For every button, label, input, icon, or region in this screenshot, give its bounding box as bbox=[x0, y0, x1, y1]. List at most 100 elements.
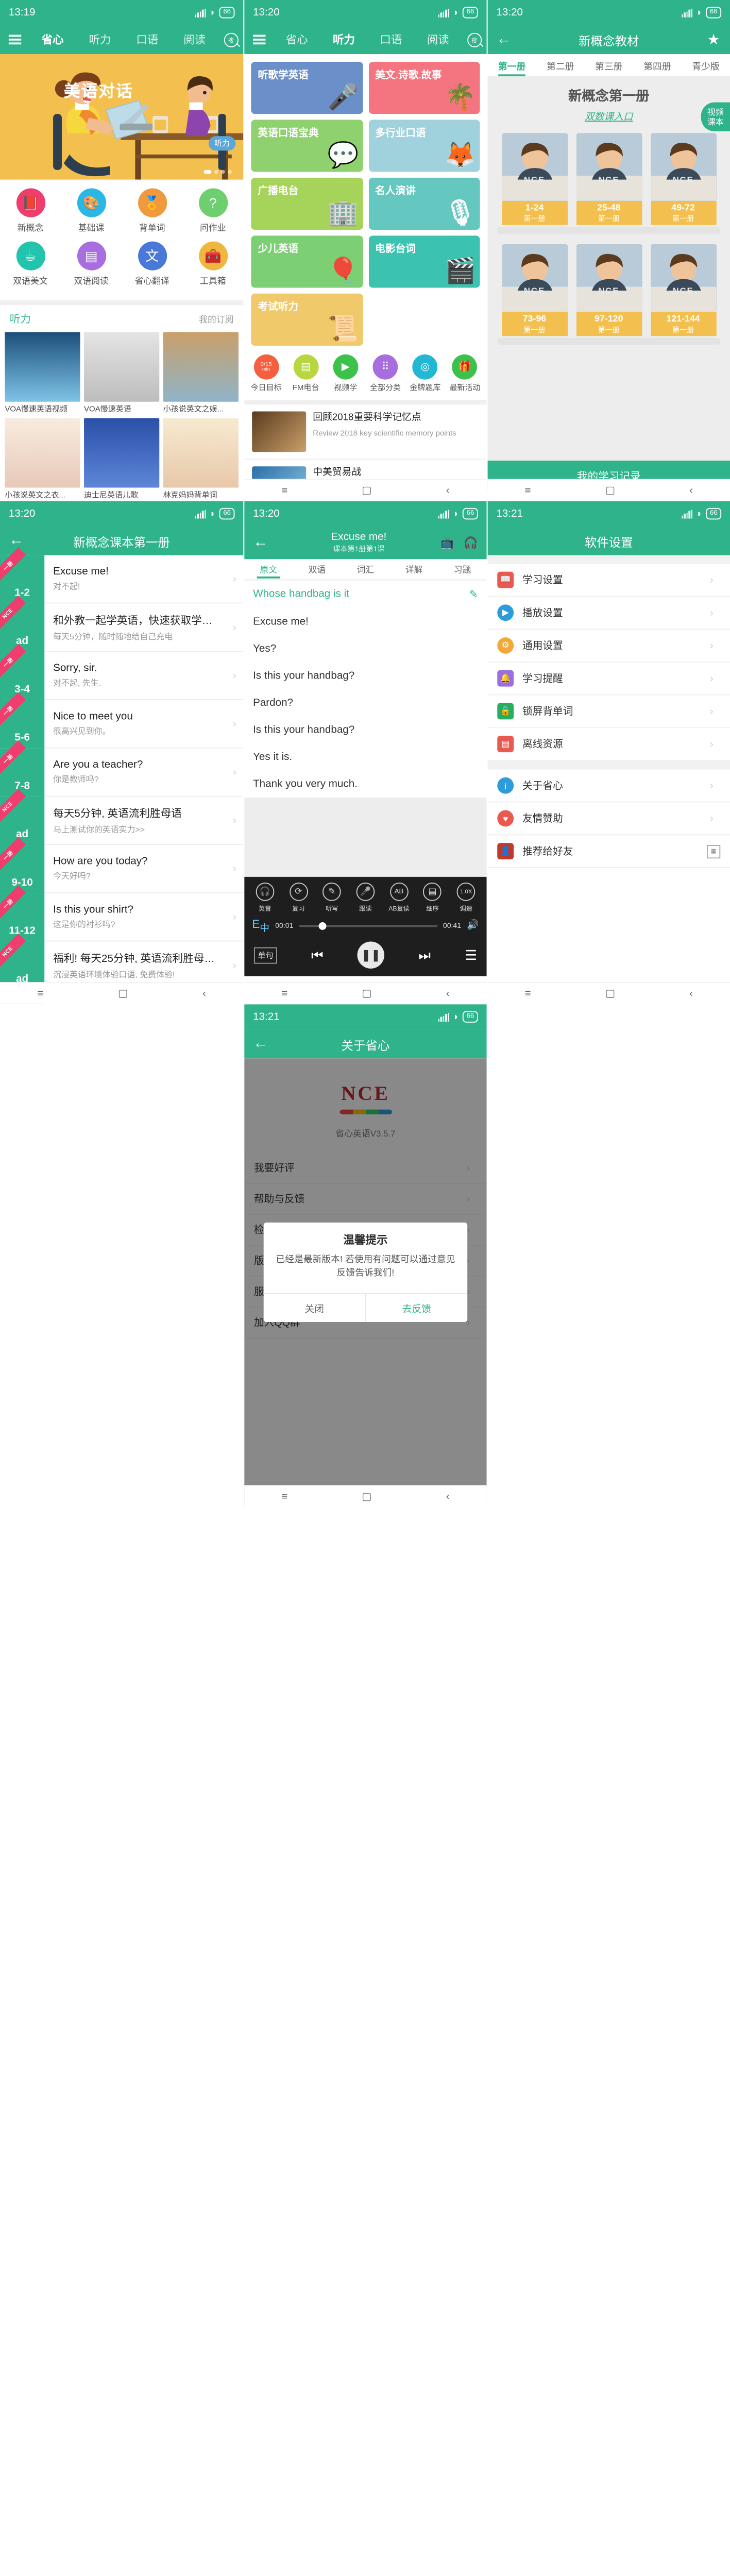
book-card[interactable]: NCE 25-48 第一册 bbox=[576, 133, 642, 225]
player-review-button[interactable]: ⟳ 复习 bbox=[282, 883, 315, 912]
home-icon-beidanci[interactable]: 🏅 背单词 bbox=[122, 188, 182, 233]
player-speed-button[interactable]: 1.0X 调速 bbox=[449, 883, 483, 912]
android-back-button[interactable]: ‹ bbox=[446, 988, 450, 999]
nav-tab-listening[interactable]: 听力 bbox=[89, 32, 111, 47]
android-back-button[interactable]: ‹ bbox=[202, 988, 206, 999]
setting-lockscreen-words[interactable]: 🔒 锁屏背单词 › bbox=[487, 696, 730, 728]
tab-vocabulary[interactable]: 词汇 bbox=[341, 563, 389, 575]
setting-reminder[interactable]: 🔔 学习提醒 › bbox=[487, 663, 730, 696]
video-icon[interactable]: 📺 bbox=[440, 536, 455, 549]
nav-tab-shengxin[interactable]: 省心 bbox=[286, 32, 308, 47]
news-item[interactable]: 回顾2018重要科学记忆点 Review 2018 key scientific… bbox=[244, 404, 487, 460]
nav-tab-reading[interactable]: 阅读 bbox=[427, 32, 449, 47]
android-home-button[interactable]: ▢ bbox=[362, 1490, 372, 1502]
icon-all-categories[interactable]: ⠿ 全部分类 bbox=[365, 354, 405, 393]
player-dictation-button[interactable]: ✎ 听写 bbox=[315, 883, 349, 912]
card-item[interactable]: 名人演讲 🎙 bbox=[365, 175, 483, 232]
nav-tab-shengxin[interactable]: 省心 bbox=[42, 32, 64, 47]
card-item[interactable]: 听歌学英语 🎤 bbox=[248, 59, 366, 116]
thumb-item[interactable]: 林克妈妈背单词 bbox=[161, 418, 241, 500]
home-icon-shuangyuyuedu[interactable]: ▤ 双语阅读 bbox=[61, 241, 122, 287]
home-icon-fanyi[interactable]: 文 省心翻译 bbox=[122, 241, 182, 287]
android-back-button[interactable]: ‹ bbox=[689, 484, 693, 496]
play-pause-button[interactable]: ❚❚ bbox=[357, 942, 385, 969]
section-more-link[interactable]: 我的订阅 bbox=[199, 312, 234, 325]
banner-dots[interactable] bbox=[203, 170, 232, 174]
lesson-row-ad[interactable]: NCE ad 和外教一起学英语，快速获取学习的... 每天5分钟，随时随地给自己… bbox=[0, 595, 244, 652]
card-item[interactable]: 美文.诗歌.故事 🌴 bbox=[365, 59, 483, 116]
book-card[interactable]: NCE 49-72 第一册 bbox=[650, 133, 716, 225]
thumb-item[interactable]: 迪士尼英语儿歌 bbox=[82, 418, 161, 500]
android-home-button[interactable]: ▢ bbox=[118, 987, 128, 999]
android-back-button[interactable]: ‹ bbox=[689, 988, 693, 999]
setting-offline-resources[interactable]: ▤ 离线资源 › bbox=[487, 728, 730, 761]
lesson-row-ad[interactable]: NCE ad 每天5分钟, 英语流利胜母语 马上测试你的英语实力>> › bbox=[0, 788, 244, 845]
qr-code-icon[interactable]: ▦ bbox=[707, 844, 721, 858]
android-menu-button[interactable]: ≡ bbox=[525, 484, 531, 496]
playlist-icon[interactable]: ☰ bbox=[465, 947, 477, 964]
nav-tab-reading[interactable]: 阅读 bbox=[183, 32, 206, 47]
reader-line-heading[interactable]: Whose handbag is it ✎ bbox=[244, 580, 486, 608]
tab-exercises[interactable]: 习题 bbox=[438, 563, 487, 575]
tab-bilingual[interactable]: 双语 bbox=[293, 563, 341, 575]
home-icon-jichuke[interactable]: 🎨 基础课 bbox=[61, 188, 122, 233]
book-card[interactable]: NCE 1-24 第一册 bbox=[501, 133, 568, 225]
card-item[interactable]: 少儿英语 🎈 bbox=[248, 233, 366, 291]
setting-general[interactable]: ⚙ 通用设置 › bbox=[487, 630, 730, 663]
setting-about[interactable]: i 关于省心 › bbox=[487, 770, 730, 803]
tab-original-text[interactable]: 原文 bbox=[244, 563, 293, 579]
lesson-row[interactable]: 一册 1-2 Excuse me! 对不起! › bbox=[0, 547, 244, 604]
menu-icon[interactable] bbox=[244, 35, 273, 44]
reader-line[interactable]: Pardon? bbox=[244, 689, 486, 716]
player-ab-repeat-button[interactable]: AB AB复读 bbox=[382, 883, 416, 912]
video-textbook-badge[interactable]: 视频 课本 bbox=[701, 102, 730, 132]
tab-volume-1[interactable]: 第一册 bbox=[488, 58, 536, 76]
home-icon-xingainian[interactable]: 📕 新概念 bbox=[0, 188, 61, 233]
tab-explanation[interactable]: 详解 bbox=[390, 563, 438, 575]
progress-slider[interactable] bbox=[299, 922, 437, 930]
icon-today-goal[interactable]: 0/15 min 今日目标 bbox=[246, 354, 286, 393]
card-item[interactable]: 多行业口语 🦊 bbox=[365, 117, 483, 175]
setting-study[interactable]: 📖 学习设置 › bbox=[487, 564, 730, 597]
edit-icon[interactable]: ✎ bbox=[469, 588, 478, 600]
android-home-button[interactable]: ▢ bbox=[362, 987, 372, 999]
card-item[interactable]: 电影台词 🎬 bbox=[365, 233, 483, 291]
reader-line[interactable]: Yes? bbox=[244, 635, 486, 662]
tab-volume-3[interactable]: 第三册 bbox=[585, 58, 633, 72]
textbook-subheading[interactable]: 双数课入口 bbox=[488, 108, 730, 123]
android-menu-button[interactable]: ≡ bbox=[525, 988, 531, 999]
android-home-button[interactable]: ▢ bbox=[605, 484, 616, 496]
android-home-button[interactable]: ▢ bbox=[605, 987, 616, 999]
next-icon[interactable]: ⏭ bbox=[419, 947, 431, 964]
setting-recommend[interactable]: 👤 推荐给好友 ▦ bbox=[487, 835, 730, 869]
icon-latest-activity[interactable]: 🎁 最新活动 bbox=[445, 354, 485, 393]
android-menu-button[interactable]: ≡ bbox=[37, 988, 43, 999]
home-icon-wenzuoye[interactable]: ? 问作业 bbox=[182, 188, 243, 233]
reader-line[interactable]: Thank you very much. bbox=[244, 771, 486, 798]
tab-volume-2[interactable]: 第二册 bbox=[536, 58, 585, 72]
player-accent-button[interactable]: 🎧 英音 bbox=[248, 883, 282, 912]
search-icon[interactable]: 搜 bbox=[218, 32, 244, 47]
icon-question-bank[interactable]: ◎ 金牌题库 bbox=[405, 354, 445, 393]
headphones-icon[interactable]: 🎧 bbox=[464, 536, 478, 549]
android-menu-button[interactable]: ≡ bbox=[281, 988, 287, 999]
lesson-row[interactable]: 一册 3-4 Sorry, sir. 对不起, 先生. › bbox=[0, 643, 244, 700]
setting-sponsor[interactable]: ♥ 友情赞助 › bbox=[487, 803, 730, 836]
home-icon-gongjuxiang[interactable]: 🧰 工具箱 bbox=[182, 241, 243, 287]
dialog-feedback-button[interactable]: 去反馈 bbox=[365, 1293, 468, 1322]
lesson-row[interactable]: 一册 11-12 Is this your shirt? 这是你的衬衫吗? › bbox=[0, 885, 244, 942]
setting-playback[interactable]: ▶ 播放设置 › bbox=[487, 597, 730, 630]
thumb-item[interactable]: VOA慢速英语 bbox=[82, 332, 161, 418]
back-icon[interactable]: ← bbox=[244, 534, 277, 552]
player-order-button[interactable]: ▤ 细序 bbox=[416, 883, 449, 912]
card-item[interactable]: 英语口语宝典 💬 bbox=[248, 117, 366, 175]
lesson-row[interactable]: 一册 7-8 Are you a teacher? 你是教师吗? › bbox=[0, 740, 244, 797]
nav-tab-speaking[interactable]: 口语 bbox=[380, 32, 402, 47]
subtitle-toggle-icon[interactable]: E中 bbox=[252, 918, 269, 935]
tab-volume-4[interactable]: 第四册 bbox=[633, 58, 682, 72]
back-icon[interactable]: ← bbox=[244, 1035, 277, 1053]
book-card[interactable]: NCE 97-120 第一册 bbox=[576, 244, 642, 336]
search-icon[interactable]: 搜 bbox=[462, 32, 487, 47]
back-icon[interactable]: ← bbox=[0, 532, 33, 550]
card-item[interactable]: 考试听力 📜 bbox=[248, 291, 366, 348]
